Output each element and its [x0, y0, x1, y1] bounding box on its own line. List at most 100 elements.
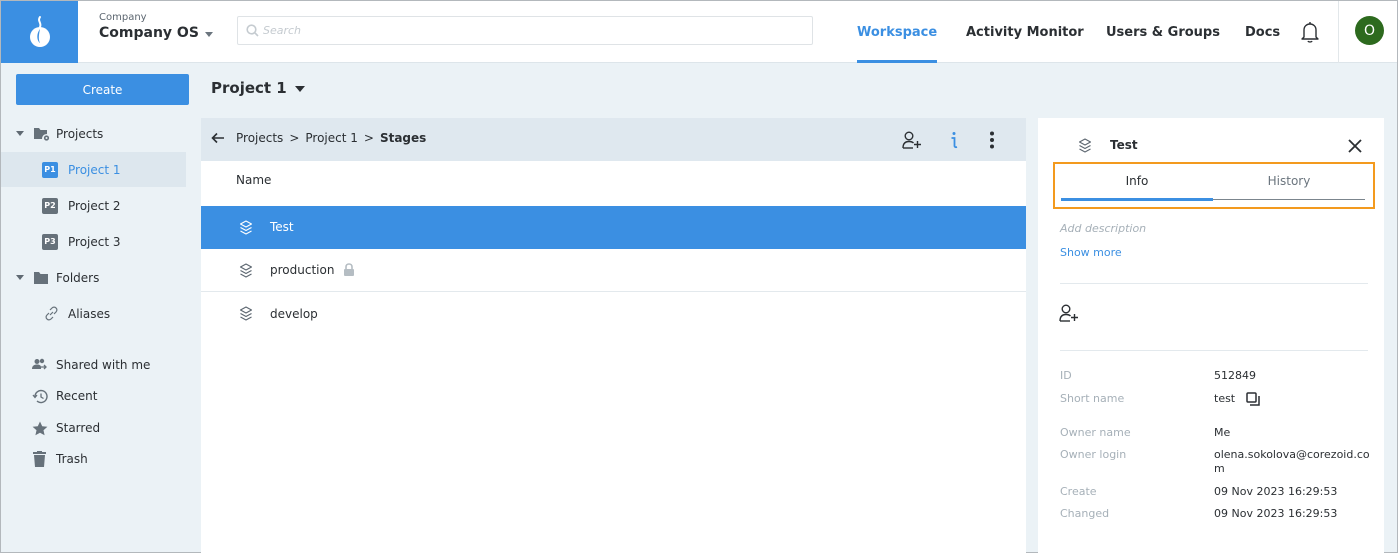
nav-label: Activity Monitor — [966, 24, 1084, 40]
description-input[interactable]: Add description — [1060, 222, 1146, 235]
stage-row-test[interactable]: Test — [201, 206, 1026, 249]
stage-name: production — [270, 263, 335, 277]
company-label: Company — [99, 12, 147, 23]
folder-gear-icon — [34, 127, 50, 141]
caret-down-icon[interactable] — [16, 131, 24, 136]
breadcrumb-project-1[interactable]: Project 1 — [305, 131, 358, 145]
sidebar-item-shared[interactable]: Shared with me — [1, 348, 186, 382]
stages-panel: Projects > Project 1 > Stages Name Test … — [201, 118, 1026, 553]
app-logo[interactable] — [1, 1, 78, 63]
sidebar-label: Folders — [56, 270, 100, 285]
id-value: 512849 — [1214, 369, 1256, 382]
sidebar-item-recent[interactable]: Recent — [1, 379, 186, 413]
stage-name: Test — [270, 220, 294, 234]
breadcrumb-separator: > — [363, 131, 374, 145]
avatar-container: O — [1338, 1, 1398, 63]
company-switcher[interactable]: Company Company OS — [99, 12, 213, 41]
divider — [1060, 350, 1368, 351]
breadcrumb: Projects > Project 1 > Stages — [236, 131, 426, 145]
show-more-link[interactable]: Show more — [1060, 246, 1122, 259]
project-badge-icon: P2 — [42, 197, 58, 214]
back-arrow-icon[interactable] — [211, 131, 225, 145]
more-vertical-icon — [990, 131, 994, 149]
sidebar-label: Aliases — [68, 306, 111, 321]
owner-name-label: Owner name — [1060, 426, 1131, 439]
nav-workspace[interactable]: Workspace — [857, 1, 938, 63]
sidebar-label: Projects — [56, 126, 104, 141]
nav-users-groups[interactable]: Users & Groups — [1106, 1, 1220, 63]
add-user-icon — [902, 131, 921, 149]
company-name: Company OS — [99, 25, 199, 41]
short-name-label: Short name — [1060, 392, 1125, 405]
copy-icon[interactable] — [1246, 392, 1260, 406]
divider — [1060, 283, 1368, 284]
info-icon — [951, 132, 958, 149]
shared-users-icon — [32, 358, 47, 370]
sidebar-label: Project 1 — [68, 162, 121, 177]
sidebar-label: Project 2 — [68, 198, 121, 213]
link-icon — [45, 306, 58, 321]
sidebar-item-aliases[interactable]: Aliases — [1, 296, 186, 331]
caret-down-icon[interactable] — [16, 275, 24, 280]
changed-label: Changed — [1060, 507, 1110, 520]
caret-down-icon — [294, 85, 305, 92]
sidebar-item-starred[interactable]: Starred — [1, 411, 186, 445]
create-value: 09 Nov 2023 16:29:53 — [1214, 485, 1338, 498]
sidebar-label: Shared with me — [56, 358, 151, 372]
sidebar-item-folders[interactable]: Folders — [1, 260, 186, 295]
info-button[interactable] — [942, 128, 966, 152]
breadcrumb-separator: > — [289, 131, 300, 145]
panel-header: Projects > Project 1 > Stages — [201, 118, 1026, 161]
sidebar-label: Project 3 — [68, 234, 121, 249]
add-user-button[interactable] — [900, 128, 924, 152]
sidebar-item-trash[interactable]: Trash — [1, 442, 186, 476]
bell-icon[interactable] — [1299, 20, 1321, 44]
stage-name: develop — [270, 306, 318, 321]
more-options-button[interactable] — [980, 128, 1004, 152]
sidebar-label: Starred — [56, 421, 101, 435]
folder-icon — [34, 271, 48, 284]
project-badge-icon: P3 — [42, 233, 58, 250]
search-box[interactable] — [237, 16, 813, 45]
breadcrumb-projects[interactable]: Projects — [236, 131, 283, 145]
drop-logo-icon — [29, 16, 50, 47]
column-header-name[interactable]: Name — [236, 173, 271, 187]
project-selector[interactable]: Project 1 — [211, 79, 305, 97]
stage-row-production[interactable]: production — [201, 249, 1026, 292]
stage-layers-icon — [239, 263, 253, 278]
sidebar-item-project-1[interactable]: P1 Project 1 — [1, 152, 186, 187]
sidebar-item-project-3[interactable]: P3 Project 3 — [1, 224, 186, 259]
owner-login-value: olena.sokolova@corezoid.com — [1214, 448, 1370, 475]
star-icon — [32, 421, 48, 435]
nav-activity-monitor[interactable]: Activity Monitor — [966, 1, 1084, 63]
project-badge-icon: P1 — [42, 161, 58, 178]
project-title: Project 1 — [211, 79, 287, 97]
owner-name-value: Me — [1214, 426, 1231, 439]
id-label: ID — [1060, 369, 1072, 382]
details-title: Test — [1110, 138, 1138, 152]
sidebar-item-project-2[interactable]: P2 Project 2 — [1, 188, 186, 223]
top-bar: Company Company OS Workspace Activity Mo… — [1, 1, 1397, 63]
history-icon — [32, 389, 48, 403]
tab-info[interactable]: Info — [1061, 174, 1213, 188]
caret-down-icon — [204, 32, 213, 37]
trash-icon — [33, 451, 46, 467]
add-user-icon[interactable] — [1059, 304, 1079, 322]
sidebar-item-projects[interactable]: Projects — [1, 116, 186, 151]
close-icon[interactable] — [1347, 138, 1363, 154]
tab-history[interactable]: History — [1213, 174, 1365, 188]
create-button[interactable]: Create — [16, 74, 189, 105]
company-name-row: Company OS — [99, 25, 213, 41]
tab-active-indicator — [1061, 198, 1213, 201]
short-name-value: test — [1214, 392, 1236, 405]
details-tabs: Info History — [1053, 162, 1375, 209]
search-input[interactable] — [263, 24, 803, 37]
avatar[interactable]: O — [1355, 16, 1384, 45]
details-panel: Test Info History Add description Show m… — [1038, 118, 1384, 553]
nav-docs[interactable]: Docs — [1245, 1, 1280, 63]
sidebar-label: Recent — [56, 389, 98, 403]
nav-label: Workspace — [857, 24, 938, 40]
stage-row-develop[interactable]: develop — [201, 292, 1026, 335]
owner-login-label: Owner login — [1060, 448, 1127, 461]
stage-layers-icon — [1078, 138, 1092, 153]
